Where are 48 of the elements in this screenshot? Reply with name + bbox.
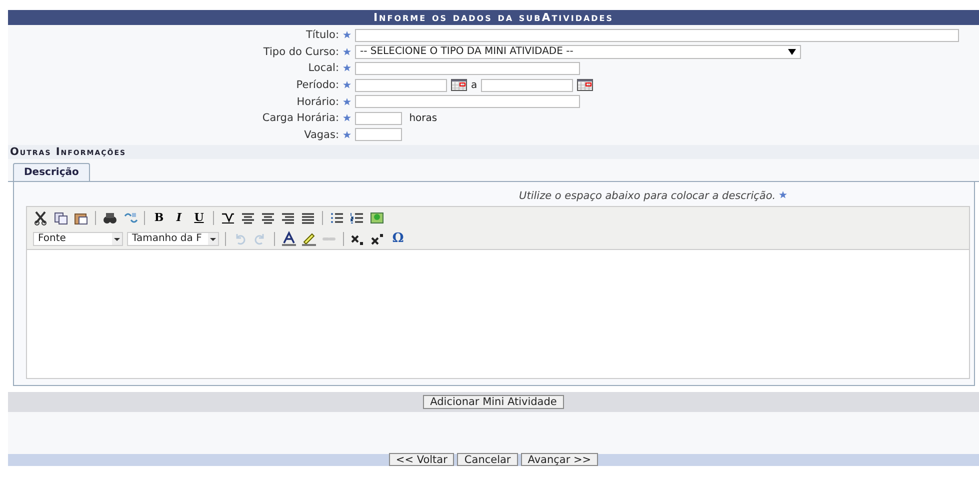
hint-text: Utilize o espaço abaixo para colocar a descrição. [519, 190, 776, 202]
calendar-icon[interactable] [451, 79, 467, 92]
required-star-icon [343, 64, 351, 72]
form-title: Informe os dados da subAtividades [8, 10, 979, 25]
date-separator: a [471, 80, 478, 91]
toolbar-dropdown[interactable]: Tamanho da F [127, 232, 219, 246]
text-field[interactable] [355, 128, 402, 142]
field-label: Vagas: [303, 128, 340, 141]
dropdown-arrow-icon [788, 48, 796, 55]
field-label: Período: [295, 79, 340, 92]
field-label: Local: [307, 62, 340, 74]
field-label: Carga Horária: [261, 112, 340, 124]
field-label: Tipo do Curso: [262, 46, 340, 58]
unit-label: horas [408, 112, 438, 124]
course-type-dropdown[interactable]: -- SELECIONE O TIPO DA MINI ATIVIDADE -- [355, 44, 801, 59]
format-button[interactable]: I [171, 211, 187, 224]
cut-icon[interactable] [33, 210, 49, 226]
required-star-icon [343, 114, 351, 122]
start-date-field[interactable] [355, 78, 447, 92]
section-heading: Outras Informações [8, 145, 979, 160]
nav-button[interactable]: Avançar >> [520, 453, 598, 466]
field-label: Título: [305, 29, 340, 42]
required-star-icon [343, 81, 351, 90]
image-icon[interactable] [369, 210, 385, 226]
required-star-icon [778, 191, 787, 200]
required-star-icon [343, 31, 351, 40]
required-star-icon [343, 48, 351, 56]
text-field[interactable] [355, 95, 580, 108]
highlight-icon[interactable] [301, 230, 317, 247]
required-star-icon [343, 130, 351, 139]
text-field[interactable] [355, 112, 402, 125]
format-button[interactable]: U [191, 211, 207, 224]
nav-button[interactable]: << Voltar [388, 453, 454, 466]
rich-text-editor[interactable]: B I U Fonte Tamanho da F Ω [26, 206, 970, 380]
font-color-icon[interactable] [281, 230, 297, 247]
text-field[interactable] [355, 28, 959, 42]
format-button[interactable]: B [151, 211, 167, 224]
text-field[interactable] [355, 62, 580, 75]
end-date-field[interactable] [481, 78, 574, 92]
required-star-icon [343, 98, 351, 106]
format-button[interactable]: Ω [390, 231, 406, 246]
tab[interactable]: Descrição [13, 163, 90, 182]
add-activity-button[interactable]: Adicionar Mini Atividade [423, 395, 564, 410]
toolbar-dropdown[interactable]: Fonte [33, 232, 123, 246]
nav-button[interactable]: Cancelar [457, 453, 518, 466]
field-label: Horário: [296, 96, 340, 108]
calendar-icon[interactable] [577, 79, 594, 92]
copy-icon[interactable] [53, 210, 69, 226]
